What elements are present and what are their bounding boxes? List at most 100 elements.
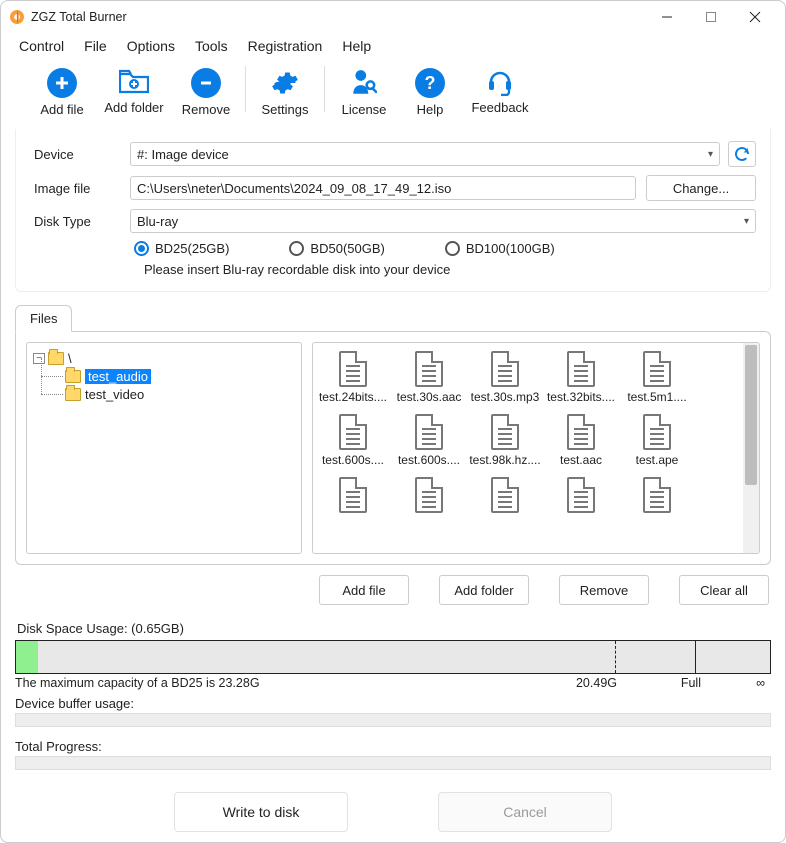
add-file-button[interactable]: Add file — [29, 66, 95, 119]
file-grid[interactable]: test.24bits....test.30s.aactest.30s.mp3t… — [313, 343, 743, 553]
progress-label: Total Progress: — [15, 739, 771, 754]
toolbar-label: License — [342, 102, 387, 117]
document-icon — [567, 477, 595, 513]
disk-type-value: Blu-ray — [137, 214, 178, 229]
cancel-button: Cancel — [438, 792, 612, 832]
menu-control[interactable]: Control — [9, 34, 74, 58]
progress-bar — [15, 756, 771, 770]
radio-label: BD50(50GB) — [310, 241, 384, 256]
file-item-label: test.32bits.... — [547, 390, 615, 404]
form-area: Device #: Image device ▾ Image file C:\U… — [15, 129, 771, 292]
tree-node-label: test_video — [85, 387, 144, 402]
files-panel: − \ test_audio test_video test.24bits...… — [15, 331, 771, 565]
menu-bar: Control File Options Tools Registration … — [1, 32, 785, 62]
file-item[interactable]: test.30s.mp3 — [467, 351, 543, 404]
document-icon — [643, 414, 671, 450]
file-grid-wrap: test.24bits....test.30s.aactest.30s.mp3t… — [312, 342, 760, 554]
tree-root[interactable]: − \ — [31, 349, 297, 367]
menu-file[interactable]: File — [74, 34, 117, 58]
usage-mark-2049 — [615, 641, 616, 673]
refresh-button[interactable] — [728, 141, 756, 167]
window-title: ZGZ Total Burner — [31, 10, 127, 24]
file-item[interactable]: test.aac — [543, 414, 619, 467]
maximize-button[interactable] — [689, 3, 733, 31]
radio-dot-icon — [289, 241, 304, 256]
menu-tools[interactable]: Tools — [185, 34, 238, 58]
radio-dot-icon — [445, 241, 460, 256]
feedback-button[interactable]: Feedback — [463, 66, 537, 117]
toolbar-label: Feedback — [471, 100, 528, 115]
tree-node-test-audio[interactable]: test_audio — [31, 367, 297, 385]
radio-label: BD100(100GB) — [466, 241, 555, 256]
document-icon — [567, 351, 595, 387]
license-button[interactable]: License — [331, 66, 397, 119]
file-item[interactable]: test.600s.... — [315, 414, 391, 467]
minus-icon — [191, 68, 221, 98]
file-item[interactable] — [543, 477, 619, 516]
file-item[interactable]: test.600s.... — [391, 414, 467, 467]
app-window: ZGZ Total Burner Control File Options To… — [0, 0, 786, 843]
usage-2049: 20.49G — [576, 676, 617, 690]
title-bar: ZGZ Total Burner — [1, 1, 785, 32]
help-button[interactable]: ? Help — [397, 66, 463, 119]
radio-bd50[interactable]: BD50(50GB) — [289, 241, 384, 256]
buffer-bar — [15, 713, 771, 727]
write-to-disk-button[interactable]: Write to disk — [174, 792, 348, 832]
files-tab-bar: Files — [15, 304, 771, 331]
menu-help[interactable]: Help — [332, 34, 381, 58]
disk-usage-bar — [15, 640, 771, 674]
panel-clear-all-button[interactable]: Clear all — [679, 575, 769, 605]
disk-size-radios: BD25(25GB) BD50(50GB) BD100(100GB) — [30, 241, 756, 256]
image-file-input[interactable]: C:\Users\neter\Documents\2024_09_08_17_4… — [130, 176, 636, 200]
gear-icon — [270, 68, 300, 98]
file-item[interactable]: test.ape — [619, 414, 695, 467]
file-tree[interactable]: − \ test_audio test_video — [26, 342, 302, 554]
close-button[interactable] — [733, 3, 777, 31]
menu-options[interactable]: Options — [117, 34, 185, 58]
disk-usage-legend: The maximum capacity of a BD25 is 23.28G… — [15, 676, 771, 690]
scrollbar-thumb[interactable] — [745, 345, 757, 485]
add-folder-button[interactable]: Add folder — [95, 66, 173, 117]
file-grid-scrollbar[interactable] — [743, 343, 759, 553]
tree-root-label: \ — [68, 351, 72, 366]
minimize-button[interactable] — [645, 3, 689, 31]
device-combo[interactable]: #: Image device ▾ — [130, 142, 720, 166]
collapse-icon[interactable]: − — [33, 353, 45, 364]
file-item[interactable]: test.5m1.... — [619, 351, 695, 404]
menu-registration[interactable]: Registration — [238, 34, 333, 58]
settings-button[interactable]: Settings — [252, 66, 318, 119]
change-button[interactable]: Change... — [646, 175, 756, 201]
files-tab[interactable]: Files — [15, 305, 72, 332]
disk-type-combo[interactable]: Blu-ray ▾ — [130, 209, 756, 233]
toolbar-label: Remove — [182, 102, 230, 117]
file-item[interactable]: test.30s.aac — [391, 351, 467, 404]
document-icon — [643, 477, 671, 513]
main-panel: Device #: Image device ▾ Image file C:\U… — [1, 123, 785, 842]
image-file-label: Image file — [30, 181, 130, 196]
image-file-value: C:\Users\neter\Documents\2024_09_08_17_4… — [137, 181, 451, 196]
tree-node-test-video[interactable]: test_video — [31, 385, 297, 403]
radio-bd25[interactable]: BD25(25GB) — [134, 241, 229, 256]
radio-bd100[interactable]: BD100(100GB) — [445, 241, 555, 256]
radio-dot-icon — [134, 241, 149, 256]
divider — [245, 66, 246, 112]
file-item[interactable] — [315, 477, 391, 516]
file-item[interactable] — [391, 477, 467, 516]
file-item-label: test.ape — [636, 453, 679, 467]
panel-remove-button[interactable]: Remove — [559, 575, 649, 605]
file-item[interactable] — [467, 477, 543, 516]
document-icon — [339, 477, 367, 513]
folder-icon — [65, 388, 81, 401]
file-item[interactable] — [619, 477, 695, 516]
file-item[interactable]: test.24bits.... — [315, 351, 391, 404]
device-value: #: Image device — [137, 147, 229, 162]
panel-add-file-button[interactable]: Add file — [319, 575, 409, 605]
file-item-label: test.98k.hz.... — [469, 453, 540, 467]
file-item[interactable]: test.32bits.... — [543, 351, 619, 404]
insert-disk-hint: Please insert Blu-ray recordable disk in… — [30, 262, 756, 277]
file-item-label: test.600s.... — [398, 453, 460, 467]
key-person-icon — [349, 68, 379, 98]
panel-add-folder-button[interactable]: Add folder — [439, 575, 529, 605]
file-item[interactable]: test.98k.hz.... — [467, 414, 543, 467]
remove-button[interactable]: Remove — [173, 66, 239, 119]
